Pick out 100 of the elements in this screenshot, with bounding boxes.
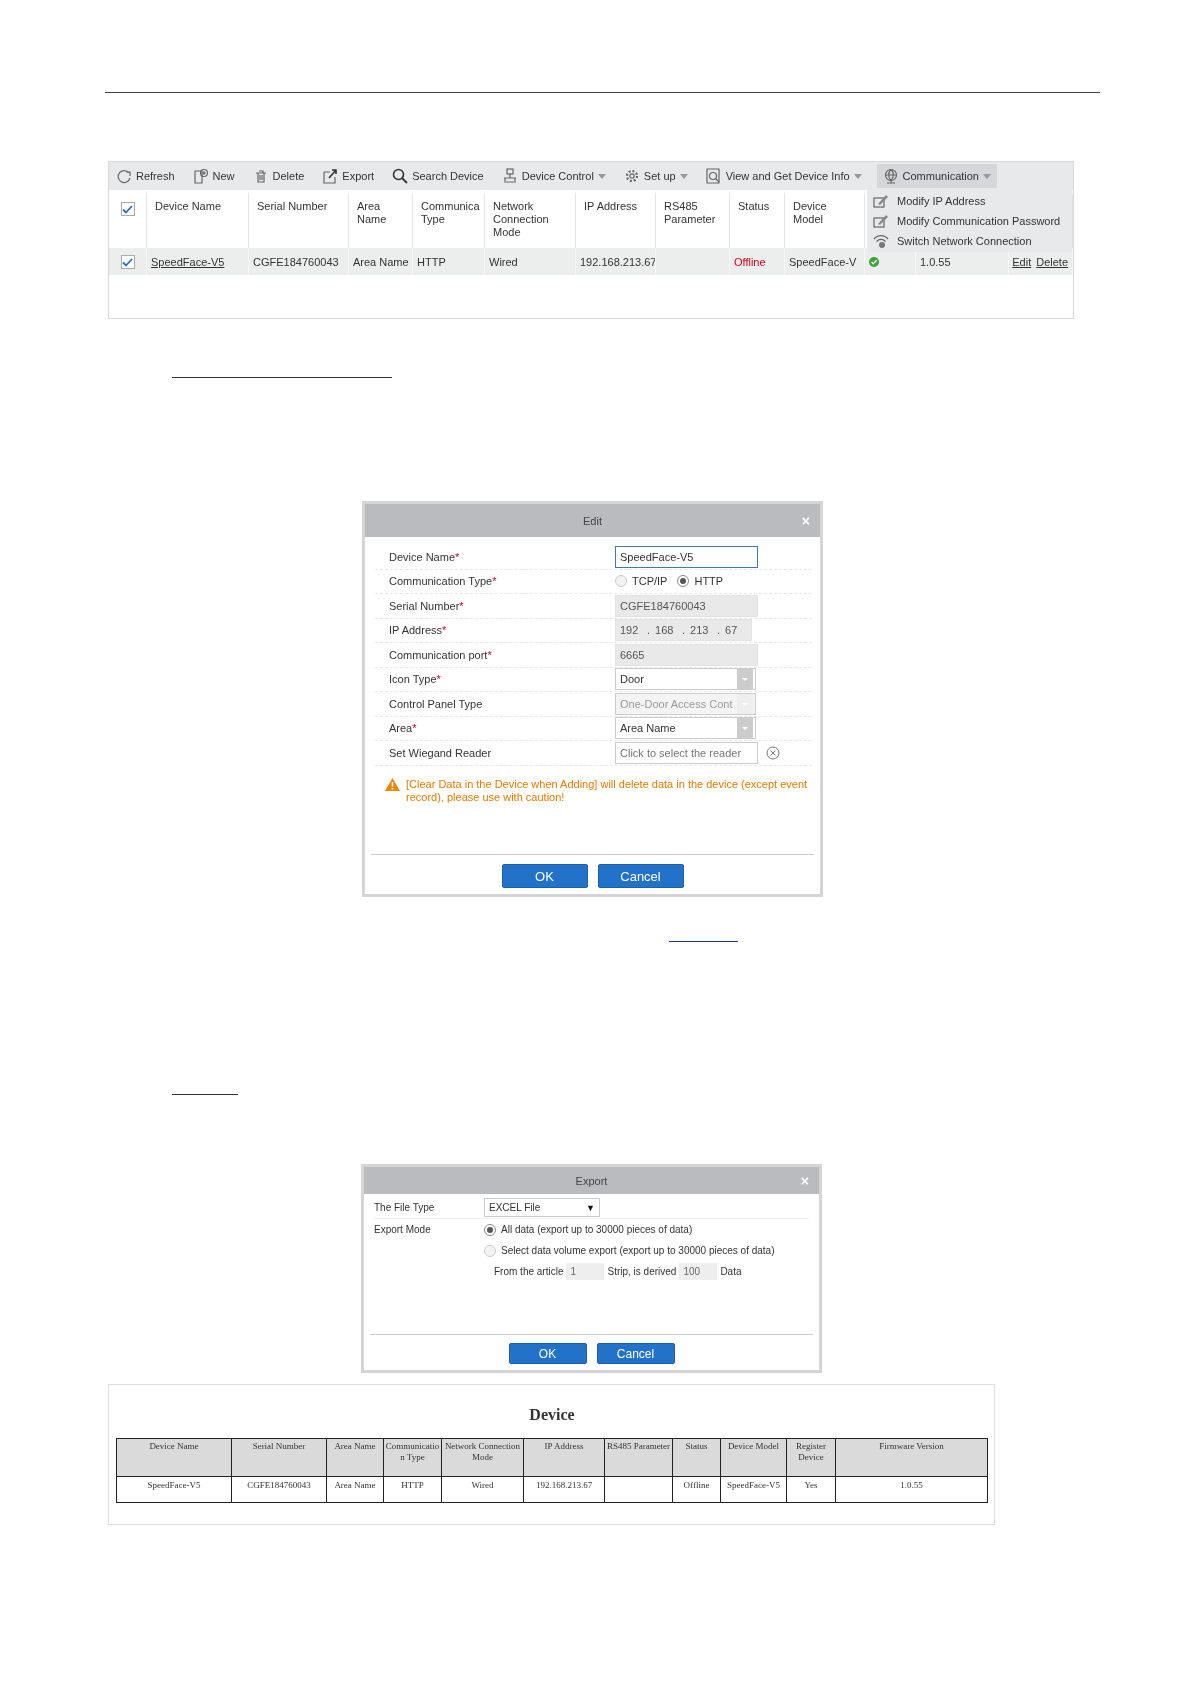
radio-option[interactable]: Select data volume export (export up to 30000 pieces of data) xyxy=(484,1244,775,1257)
action-link[interactable]: Delete xyxy=(1036,255,1068,268)
column-header: Communica Type xyxy=(421,200,480,226)
cancel-button[interactable]: Cancel xyxy=(596,1343,675,1364)
field-label: Strip, is derived xyxy=(607,1266,677,1277)
new-document-icon xyxy=(192,168,209,184)
ip-separator: . xyxy=(645,624,651,637)
table-row[interactable]: SpeedFace-V5 CGFE184760043 Area Name HTTP Wired 192.168.213.67 Offline SpeedFace-V 1.0.55 Edit Delete xyxy=(109,248,1073,275)
menu-item[interactable]: Switch Network Connection xyxy=(867,231,1072,251)
column-header: Register Device xyxy=(787,1439,836,1477)
select-field[interactable]: Area Name xyxy=(615,717,756,740)
column-header: Status xyxy=(738,200,770,213)
column-header: Network Connection Mode xyxy=(442,1439,524,1477)
column-header: RS485 Parameter xyxy=(664,200,717,226)
column-header: Firmware Version xyxy=(836,1439,987,1477)
device-name-link[interactable]: SpeedFace-V5 xyxy=(151,255,225,268)
table-cell: SpeedFace-V xyxy=(789,255,857,268)
table-cell-text: 1.0.55 xyxy=(899,1479,924,1492)
dialog-title: Edit xyxy=(583,514,602,527)
ip-address-field[interactable]: 192 . 168 . 213 . 67 xyxy=(615,619,752,642)
field-label: Serial Number* xyxy=(388,599,465,612)
toolbar-button[interactable]: View and Get Device Info xyxy=(702,164,865,188)
field-label: From the article xyxy=(494,1266,564,1277)
column-header: Network Connection Mode xyxy=(493,200,550,239)
check-icon xyxy=(122,257,133,267)
field-label: Export Mode xyxy=(374,1224,432,1235)
edit-icon xyxy=(873,193,889,209)
select-field: One-Door Access Cont xyxy=(615,692,756,715)
toolbar-button[interactable]: New xyxy=(189,164,238,188)
caret-icon: ▼ xyxy=(586,1202,595,1213)
column-header: Device Model xyxy=(721,1439,787,1477)
ip-octet: 67 xyxy=(724,624,739,637)
toolbar-button[interactable]: Refresh xyxy=(113,164,178,188)
readonly-field: 6665 xyxy=(615,643,758,666)
radio-option[interactable]: TCP/IP xyxy=(615,575,668,588)
cancel-button[interactable]: Cancel xyxy=(597,864,684,888)
table-cell: CGFE184760043 xyxy=(232,1477,327,1502)
globe-icon xyxy=(882,168,899,184)
toolbar-button[interactable]: Device Control xyxy=(498,164,609,188)
table-cell: Wired xyxy=(489,255,518,268)
table-cell: Area Name xyxy=(327,1477,384,1502)
ip-octet: 213 xyxy=(689,624,710,637)
select-field[interactable]: Door xyxy=(615,668,756,691)
radio-option[interactable]: HTTP xyxy=(677,575,724,588)
wifi-icon xyxy=(873,233,889,249)
column-header: Area Name xyxy=(357,200,388,226)
ok-button[interactable]: OK xyxy=(508,1343,587,1364)
column-header: Communication Type xyxy=(384,1439,442,1477)
radio-option[interactable]: All data (export up to 30000 pieces of data) xyxy=(484,1223,693,1236)
toolbar-button[interactable]: Export xyxy=(319,164,378,188)
export-icon xyxy=(322,168,339,184)
ok-button[interactable]: OK xyxy=(501,864,588,888)
clear-icon[interactable] xyxy=(766,745,780,760)
column-header: RS485 Parameter xyxy=(605,1439,673,1477)
table-cell: 192.168.213.67 xyxy=(580,255,655,268)
table-cell: CGFE184760043 xyxy=(253,255,339,268)
text-field[interactable]: SpeedFace-V5 xyxy=(615,545,758,568)
field-label: Icon Type* xyxy=(388,673,442,686)
toolbar-button[interactable]: Delete xyxy=(249,164,308,188)
column-header: Status xyxy=(673,1439,721,1477)
column-header: Serial Number xyxy=(232,1439,327,1477)
table-cell: Yes xyxy=(787,1477,836,1502)
dialog-title: Export xyxy=(575,1174,608,1187)
action-link[interactable]: Edit xyxy=(1012,255,1032,268)
field-label: Set Wiegand Reader xyxy=(388,746,493,759)
file-type-select[interactable]: EXCEL File ▼ xyxy=(484,1198,600,1217)
header-checkbox[interactable] xyxy=(120,202,135,216)
report-title: Device xyxy=(528,1406,576,1425)
row-checkbox[interactable] xyxy=(120,255,135,269)
toolbar-button[interactable]: Set up xyxy=(620,164,691,188)
table-cell: 192.168.213.67 xyxy=(524,1477,605,1502)
ip-separator: . xyxy=(680,624,687,637)
field-label: Control Panel Type xyxy=(388,697,484,710)
status-text: Offline xyxy=(734,255,766,268)
field-label: IP Address* xyxy=(388,624,448,637)
table-cell: Area Name xyxy=(353,255,409,268)
table-cell: Wired xyxy=(442,1477,524,1502)
field-label: The File Type xyxy=(374,1202,436,1213)
field-label: Device Name* xyxy=(388,550,461,563)
column-header: IP Address xyxy=(584,200,637,213)
ip-separator: . xyxy=(716,624,722,637)
field-label: Data xyxy=(720,1266,742,1277)
magnifier-document-icon xyxy=(705,168,722,184)
number-field[interactable]: 100 xyxy=(679,1263,718,1280)
readonly-field: CGFE184760043 xyxy=(615,594,758,617)
menu-item[interactable]: Modify IP Address xyxy=(867,191,1072,211)
column-header: Serial Number xyxy=(257,200,328,213)
column-header: Device Model xyxy=(793,200,828,226)
toolbar-button[interactable]: Communication xyxy=(876,164,997,188)
reader-picker-field[interactable]: Click to select the reader xyxy=(615,741,758,764)
column-header: IP Address xyxy=(524,1439,605,1477)
toolbar-button[interactable]: Search Device xyxy=(389,164,487,188)
field-label: Communication Type* xyxy=(388,575,498,588)
network-icon xyxy=(501,168,518,184)
search-icon xyxy=(392,168,409,184)
table-cell: HTTP xyxy=(384,1477,442,1502)
table-cell: Offline xyxy=(673,1477,721,1502)
menu-item[interactable]: Modify Communication Password xyxy=(867,211,1072,231)
number-field[interactable]: 1 xyxy=(566,1263,605,1280)
warning-text: [Clear Data in the Device when Adding] will delete data in the device (except event record), please use with caution! xyxy=(406,777,809,804)
